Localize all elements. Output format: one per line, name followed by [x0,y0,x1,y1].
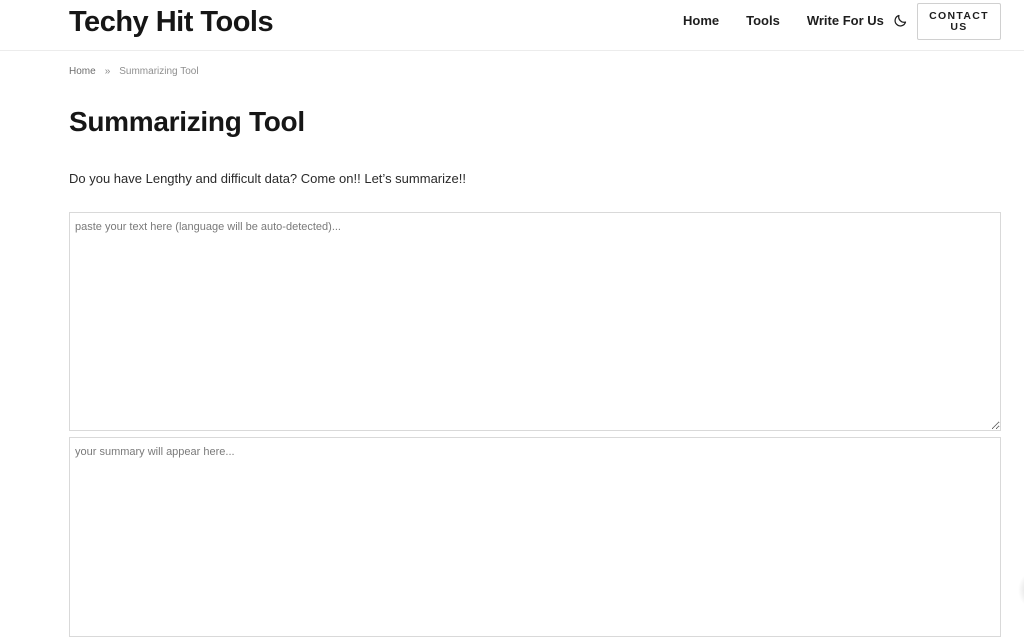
source-text-input[interactable] [69,212,1001,431]
main-nav: Home Tools Write For Us [683,13,884,29]
breadcrumb-separator: » [104,66,111,77]
nav-home[interactable]: Home [683,13,719,29]
floating-shadow [1018,572,1024,608]
contact-us-button[interactable]: CONTACT US [917,3,1001,40]
intro-text: Do you have Lengthy and difficult data? … [69,171,466,186]
breadcrumb: Home » Summarizing Tool [69,66,199,77]
summary-output[interactable] [69,437,1001,637]
nav-write-for-us[interactable]: Write For Us [807,13,884,29]
page-title: Summarizing Tool [69,106,305,137]
nav-tools[interactable]: Tools [746,13,780,29]
breadcrumb-home[interactable]: Home [69,66,96,77]
site-header: Techy Hit Tools Home Tools Write For Us … [0,0,1024,51]
moon-icon[interactable] [893,13,908,28]
site-logo[interactable]: Techy Hit Tools [69,5,274,39]
breadcrumb-current: Summarizing Tool [119,66,199,77]
